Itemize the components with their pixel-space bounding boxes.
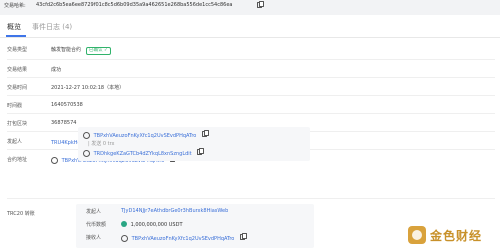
trc20-amount-label: 代币数额 (86, 222, 107, 228)
trc20-receiver-label: 接收人 (86, 235, 102, 241)
trc20-transfer-box: 发起人 TJyD14NJjr7eAthdbrGe0r3hBurxk8HiasWe… (76, 204, 314, 248)
contract-label: 合约地址 (7, 157, 28, 163)
trc20-receiver-value: TBPxhVAeuzoFnKyXfc1q2UvSEvdPHqATro (121, 233, 248, 242)
tab-bar: 概览 事件日志 (4) (0, 15, 500, 38)
tx-type-label: 交易类型 (7, 47, 28, 53)
tx-time-label: 交易时间 (7, 85, 28, 91)
active-tab-indicator (6, 35, 26, 37)
watermark: 金色财经 (408, 224, 498, 246)
tab-event-log[interactable]: 事件日志 (4) (32, 22, 72, 32)
internal-tx-from: TBPxhVAeuzoFnKyXfc1q2UvSEvdPHqATro (83, 130, 210, 139)
tx-hash-label: 交易哈希: (4, 3, 26, 9)
block-link[interactable]: 36878574 (51, 120, 76, 126)
divider (7, 113, 495, 114)
internal-to-link[interactable]: TRDhkgeKZaGTCb4dZYkqL8xnSzngLdit (94, 151, 192, 157)
tx-type-value: 触发智能合约 已确认 ✓ (51, 46, 111, 55)
copy-icon[interactable] (257, 1, 265, 8)
trc20-amount-text: 1,000,000,000 USDT (130, 221, 183, 228)
tab-overview[interactable]: 概览 (7, 22, 21, 32)
tx-result-label: 交易结果 (7, 67, 28, 73)
trc20-label: TRC20 转账 (7, 211, 35, 217)
usdt-token-icon (121, 220, 127, 227)
sender-label: 发起人 (7, 139, 23, 145)
divider (7, 95, 495, 96)
copy-icon[interactable] (239, 233, 248, 240)
tx-time-value: 2021-12-27 10:02:18（本地） (51, 85, 125, 91)
contract-icon (83, 149, 90, 157)
tx-result-value: 成功 (51, 67, 62, 73)
copy-icon[interactable] (201, 130, 210, 137)
contract-icon (121, 234, 128, 242)
internal-tx-amount: | 发送 0 trx (88, 141, 115, 147)
watermark-logo-icon (408, 226, 426, 244)
block-label: 打包区块 (7, 121, 28, 127)
contract-icon (51, 156, 58, 164)
contract-icon (83, 131, 90, 139)
divider (7, 77, 495, 78)
timestamp-label: 时间戳 (7, 103, 23, 109)
timestamp-value: 1640570538 (51, 102, 83, 108)
internal-from-link[interactable]: TBPxhVAeuzoFnKyXfc1q2UvSEvdPHqATro (94, 133, 197, 139)
divider (7, 59, 495, 60)
tx-hash-value[interactable]: 43cfd2c6b5ea6ee8729f01c8c5d6b09d35a9a462… (36, 2, 232, 8)
tx-hash-bar: 交易哈希: 43cfd2c6b5ea6ee8729f01c8c5d6b09d35… (0, 0, 500, 12)
internal-tx-to: TRDhkgeKZaGTCb4dZYkqL8xnSzngLdit (83, 148, 205, 157)
confirmed-badge: 已确认 ✓ (86, 47, 111, 55)
internal-tx-box: TBPxhVAeuzoFnKyXfc1q2UvSEvdPHqATro | 发送 … (78, 127, 310, 161)
trc20-sender-label: 发起人 (86, 209, 102, 215)
copy-icon[interactable] (197, 148, 205, 155)
trc20-receiver-link[interactable]: TBPxhVAeuzoFnKyXfc1q2UvSEvdPHqATro (132, 236, 235, 242)
overview-card: 交易类型 触发智能合约 已确认 ✓ 交易结果 成功 交易时间 2021-12-27… (0, 38, 500, 250)
divider (7, 198, 495, 199)
trc20-amount-value: 1,000,000,000 USDT (121, 220, 183, 228)
trc20-sender-link[interactable]: TJyD14NJjr7eAthdbrGe0r3hBurxk8HiasWeb (121, 208, 228, 214)
tx-type-text: 触发智能合约 (51, 47, 82, 53)
watermark-text: 金色财经 (430, 229, 483, 243)
